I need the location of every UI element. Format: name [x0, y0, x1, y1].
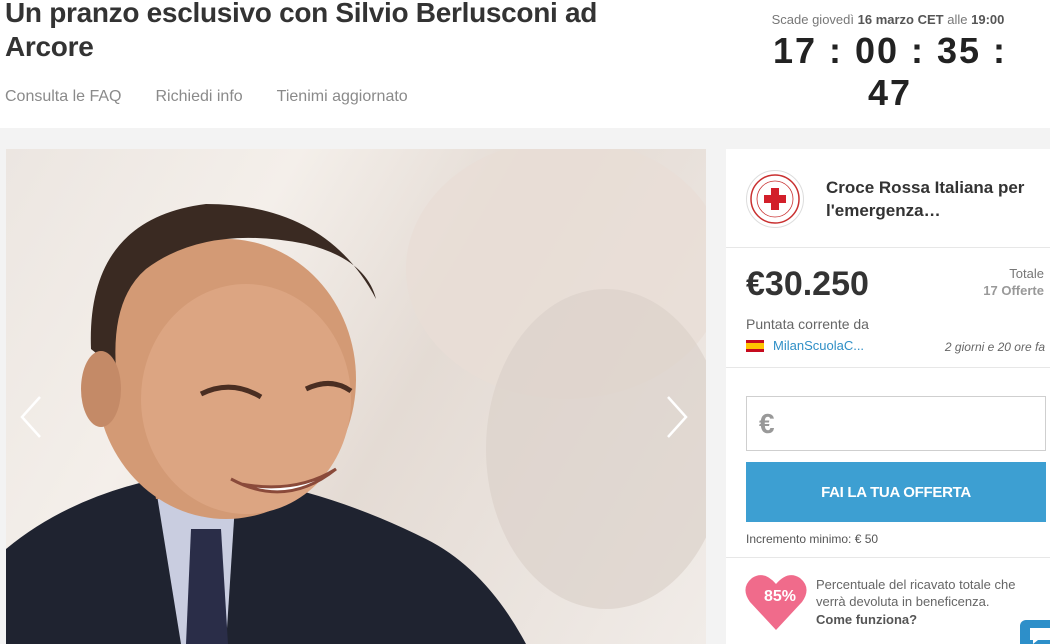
auction-sidebar: Croce Rossa Italiana per l'emergenza… €3… [726, 149, 1050, 644]
red-cross-icon[interactable] [746, 170, 804, 228]
offer-section: € FAI LA TUA OFFERTA Incremento minimo: … [726, 368, 1050, 558]
minimum-increment: Incremento minimo: € 50 [746, 532, 879, 546]
current-bid-section: €30.250 Totale 17 Offerte Puntata corren… [726, 248, 1050, 368]
expiry-mid: alle [947, 12, 968, 27]
charity-section: Croce Rossa Italiana per l'emergenza… [726, 149, 1050, 248]
chat-button[interactable] [1020, 620, 1050, 644]
faq-link[interactable]: Consulta le FAQ [5, 88, 122, 106]
offers-count: 17 Offerte [983, 283, 1044, 298]
gallery-next-button[interactable] [662, 393, 692, 441]
keep-updated-link[interactable]: Tienimi aggiornato [277, 88, 408, 106]
header: Un pranzo esclusivo con Silvio Berluscon… [0, 0, 1050, 128]
euro-symbol: € [759, 408, 775, 439]
offer-amount-field[interactable]: € [746, 396, 1046, 451]
current-price: €30.250 [746, 265, 869, 303]
spain-flag-icon [746, 340, 764, 352]
expiry-date: 16 marzo CET [857, 12, 944, 27]
request-info-link[interactable]: Richiedi info [156, 88, 243, 106]
offer-amount-input[interactable] [782, 413, 1023, 439]
bid-time: 2 giorni e 20 ore fa [944, 340, 1045, 354]
total-label: Totale [1009, 266, 1044, 281]
expiry-prefix: Scade giovedì [771, 12, 855, 27]
donation-section: 85% Percentuale del ricavato totale che … [726, 558, 1050, 644]
countdown-timer: 17 : 00 : 35 : 47 [772, 30, 1008, 113]
page-title: Un pranzo esclusivo con Silvio Berluscon… [5, 0, 598, 62]
donation-percent: 85% [764, 588, 797, 605]
place-bid-button[interactable]: FAI LA TUA OFFERTA [746, 462, 1046, 522]
auction-photo [6, 149, 706, 644]
portrait-illustration [6, 149, 706, 644]
current-bid-label: Puntata corrente da [746, 316, 869, 332]
expiry-time: 19:00 [971, 12, 1005, 27]
chevron-left-icon [20, 396, 41, 438]
chevron-right-icon [667, 396, 688, 438]
how-it-works-link[interactable]: Come funziona? [816, 612, 917, 627]
chat-icon [1030, 628, 1050, 644]
donation-description: Percentuale del ricavato totale che verr… [816, 577, 1016, 609]
header-links: Consulta le FAQ Richiedi info Tienimi ag… [5, 88, 408, 106]
gallery-prev-button[interactable] [16, 393, 46, 441]
bidder-link[interactable]: MilanScuolaC... [773, 338, 864, 353]
charity-name[interactable]: Croce Rossa Italiana per l'emergenza… [826, 176, 1041, 222]
expiry-info: Scade giovedì 16 marzo CET alle 19:00 [753, 12, 1023, 27]
